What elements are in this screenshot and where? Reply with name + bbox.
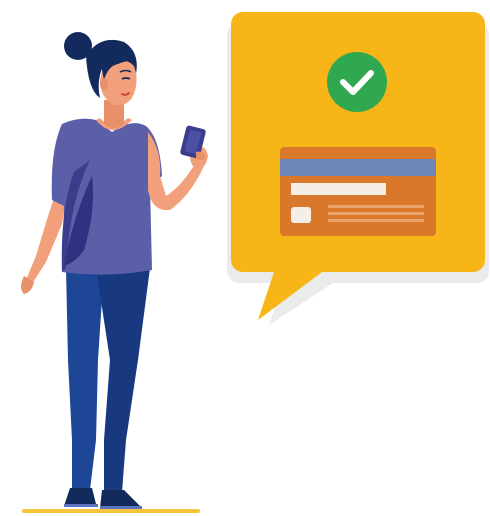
check-circle-icon: [327, 52, 387, 112]
credit-card-icon: [280, 147, 436, 236]
card-line: [328, 219, 424, 222]
left-shoe-sole: [64, 504, 98, 507]
ground-line: [22, 509, 200, 513]
card-magnetic-stripe: [280, 159, 436, 176]
payment-illustration: [0, 0, 490, 516]
right-leg: [96, 268, 150, 492]
ear: [100, 78, 108, 90]
head: [64, 32, 137, 106]
card-signature-strip: [291, 183, 386, 195]
left-leg: [66, 268, 104, 490]
eye: [121, 77, 131, 80]
right-shoe: [100, 490, 140, 508]
right-shoe-sole: [100, 506, 142, 509]
woman-figure: [21, 32, 208, 509]
card-line: [328, 212, 424, 215]
card-line: [328, 205, 424, 208]
card-chip: [291, 207, 311, 223]
left-shoe: [64, 488, 96, 506]
